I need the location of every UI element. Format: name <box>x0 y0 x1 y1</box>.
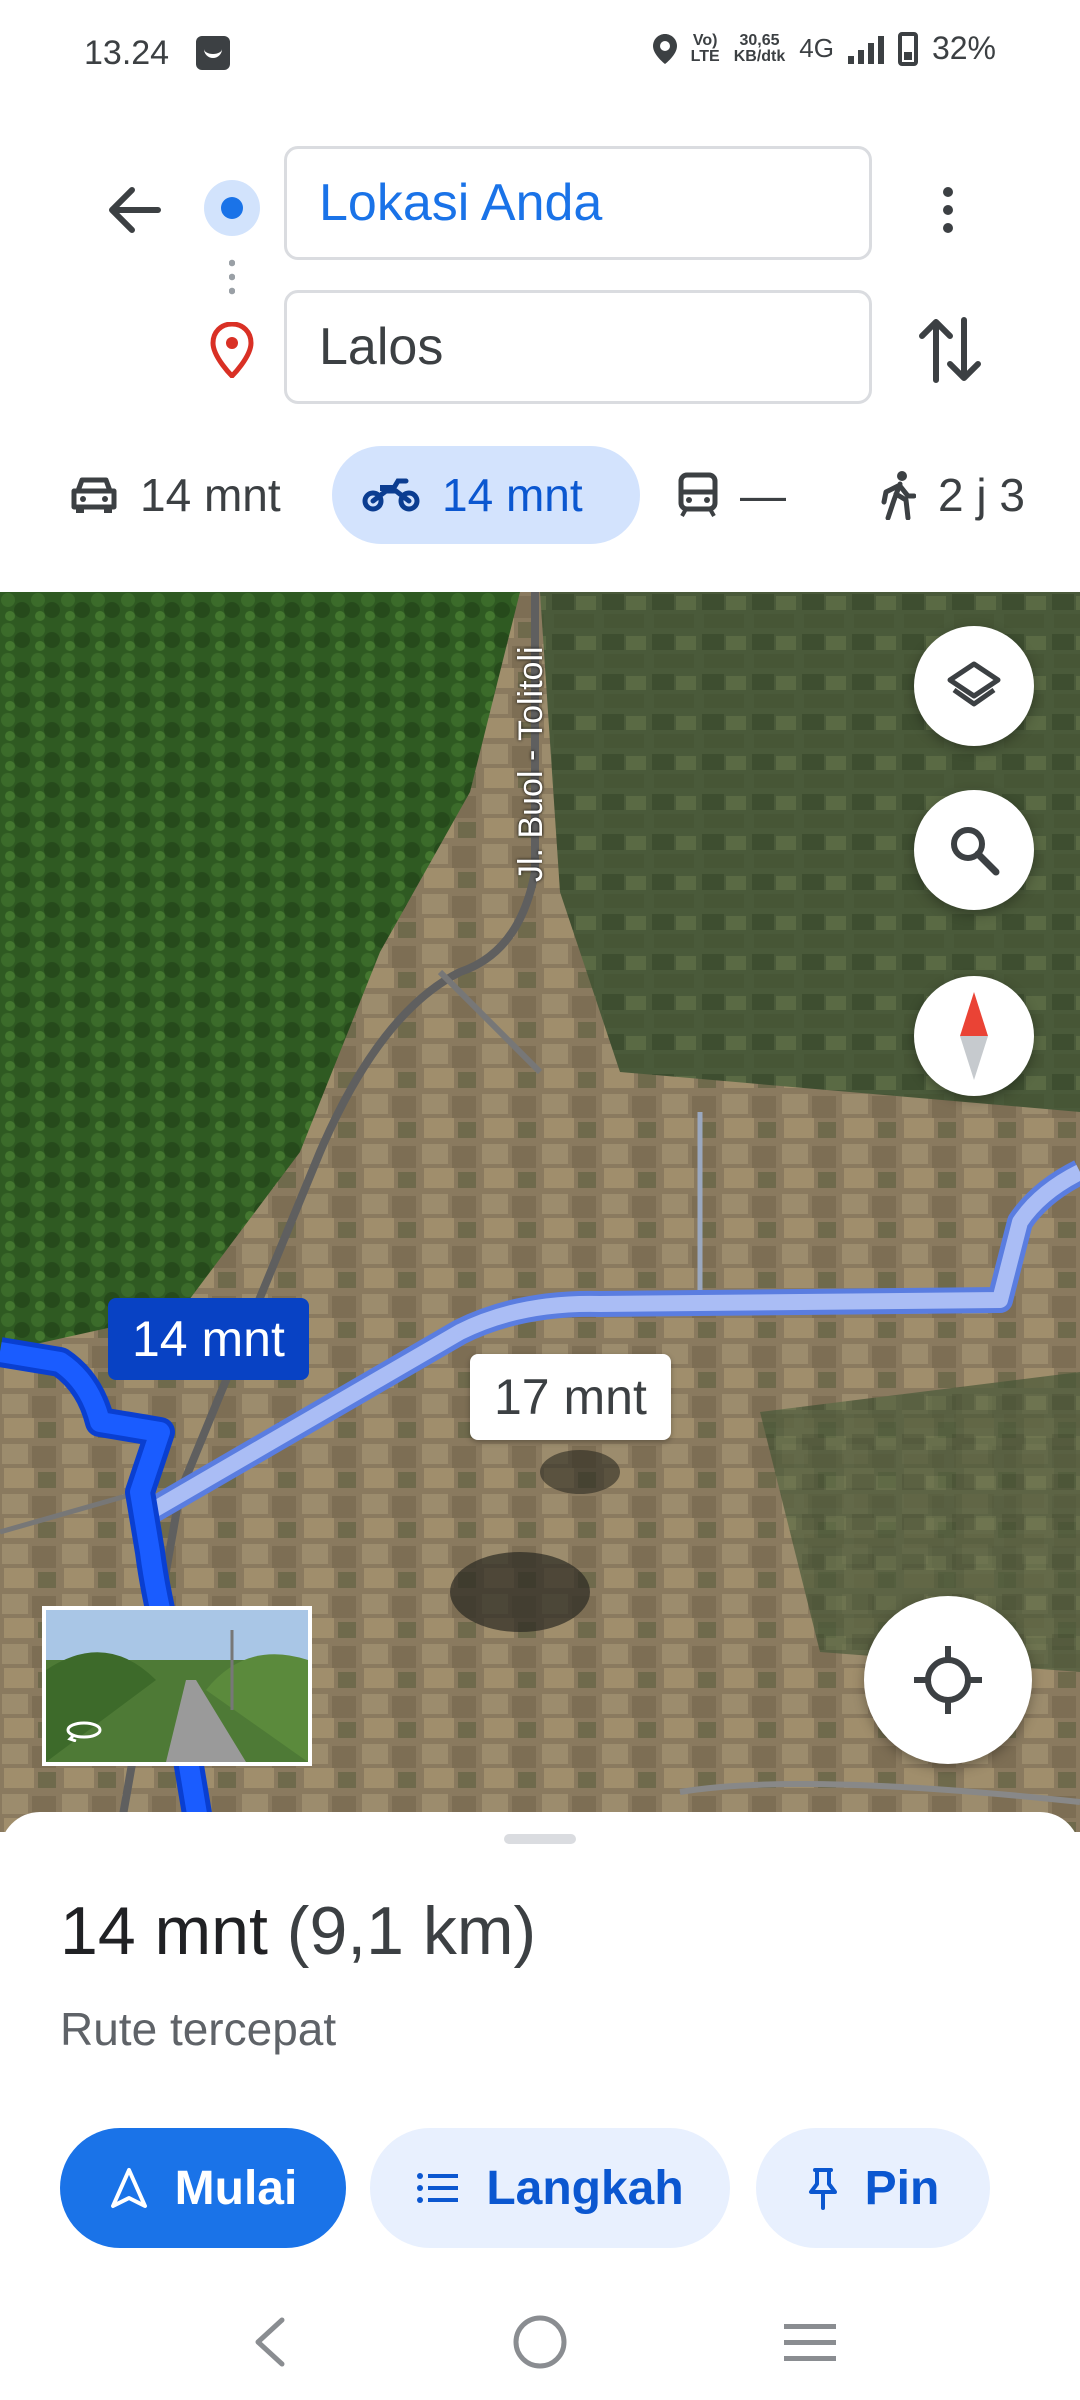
navigation-arrow-icon <box>110 2168 147 2208</box>
origin-input[interactable]: Lokasi Anda <box>284 146 872 260</box>
mode-walk[interactable]: 2 j 3 <box>880 446 1025 544</box>
rotate-360-icon <box>66 1721 102 1742</box>
mode-transit-label: — <box>740 469 786 521</box>
origin-dot-icon <box>204 180 260 236</box>
map-view[interactable]: Jl. Buol - Tolitoli 14 mnt 17 mnt <box>0 592 1080 1832</box>
transit-icon <box>678 472 718 517</box>
my-location-button[interactable] <box>864 1596 1032 1764</box>
status-time: 13.24 <box>84 34 170 72</box>
more-options-button[interactable] <box>916 172 980 248</box>
route-duration: 14 mnt <box>60 1893 268 1969</box>
route-summary-title: 14 mnt (9,1 km) <box>60 1892 536 1970</box>
nav-recents-button[interactable] <box>770 2302 850 2382</box>
battery-icon <box>897 31 918 66</box>
mode-transit[interactable]: — <box>678 446 786 544</box>
system-nav-bar <box>0 2280 1080 2400</box>
start-button-label: Mulai <box>174 2161 298 2215</box>
mode-motorcycle-label: 14 mnt <box>442 469 583 521</box>
steps-button[interactable]: Langkah <box>370 2128 730 2248</box>
route-time-main[interactable]: 14 mnt <box>108 1298 309 1380</box>
pin-button[interactable]: Pin <box>756 2128 990 2248</box>
nav-home-icon <box>513 2315 567 2369</box>
pin-icon <box>808 2168 837 2210</box>
nav-home-button[interactable] <box>500 2302 580 2382</box>
layers-icon <box>947 661 1001 707</box>
pin-button-label: Pin <box>864 2161 940 2215</box>
start-button[interactable]: Mulai <box>60 2128 346 2248</box>
mode-car[interactable]: 14 mnt <box>70 446 281 544</box>
destination-input[interactable]: Lalos <box>284 290 872 404</box>
nav-back-icon <box>255 2317 285 2367</box>
arrow-left-icon <box>109 187 161 233</box>
route-dots <box>229 256 235 300</box>
nav-back-button[interactable] <box>230 2302 310 2382</box>
status-bar: 13.24 Vo) LTE 30,65 KB/dtk 4G 32% <box>0 0 1080 110</box>
location-status-icon <box>652 33 677 64</box>
route-time-alt[interactable]: 17 mnt <box>470 1354 671 1440</box>
steps-button-label: Langkah <box>486 2161 684 2215</box>
compass-button[interactable] <box>914 976 1034 1096</box>
status-icons: Vo) LTE 30,65 KB/dtk 4G 32% <box>652 30 996 67</box>
battery-percent: 32% <box>931 30 996 66</box>
mode-car-label: 14 mnt <box>140 469 281 521</box>
road-label: Jl. Buol - Tolitoli <box>512 646 550 882</box>
list-icon <box>417 2173 459 2203</box>
mode-motorcycle[interactable]: 14 mnt <box>332 446 640 544</box>
notification-icon <box>196 36 230 70</box>
car-icon <box>71 477 117 513</box>
walk-icon <box>881 471 916 520</box>
search-icon <box>951 827 1000 876</box>
network-type: 4G <box>799 33 834 63</box>
layers-button[interactable] <box>914 626 1034 746</box>
signal-icon <box>847 34 884 64</box>
crosshair-icon <box>914 1646 982 1714</box>
street-view-thumbnail[interactable] <box>42 1606 312 1766</box>
sheet-handle[interactable] <box>504 1834 576 1844</box>
nav-menu-icon <box>784 2324 836 2361</box>
network-speed: 30,65 KB/dtk <box>733 31 786 65</box>
motorcycle-icon <box>362 478 420 512</box>
back-button[interactable] <box>96 172 172 248</box>
route-subtitle: Rute tercepat <box>60 2003 337 2055</box>
swap-icon[interactable] <box>912 310 988 390</box>
mode-walk-label: 2 j 3 <box>938 469 1025 521</box>
route-distance: (9,1 km) <box>286 1893 537 1969</box>
search-along-route-button[interactable] <box>914 790 1034 910</box>
compass-icon <box>960 992 988 1080</box>
destination-pin-icon <box>210 322 254 378</box>
volte-indicator: Vo) LTE <box>690 31 720 65</box>
